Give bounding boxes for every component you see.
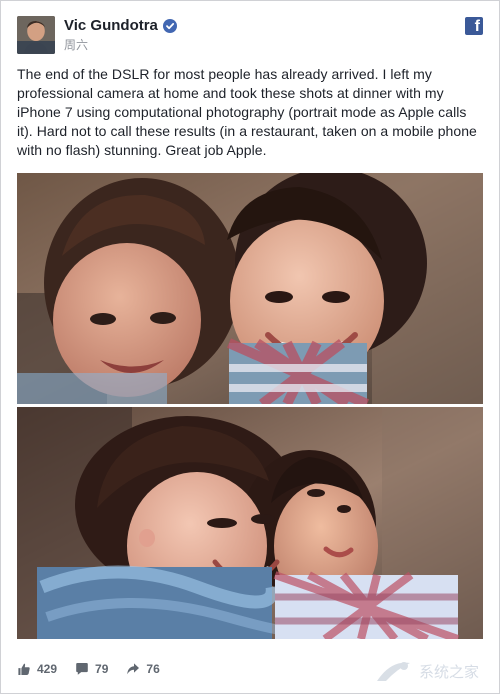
likes-stat[interactable]: 429	[17, 659, 57, 679]
comments-stat[interactable]: 79	[75, 659, 108, 679]
avatar[interactable]	[17, 16, 55, 54]
author-name[interactable]: Vic Gundotra	[64, 17, 158, 35]
post-timestamp[interactable]: 周六	[64, 37, 177, 53]
likes-count: 429	[37, 662, 58, 676]
user-meta: Vic Gundotra 周六	[64, 17, 177, 53]
comment-icon	[75, 662, 89, 676]
share-icon	[126, 662, 140, 676]
comments-count: 79	[95, 662, 109, 676]
shares-count: 76	[146, 662, 160, 676]
post-engagement-bar: 429 79 76	[17, 657, 483, 681]
thumbs-up-icon	[17, 662, 31, 676]
shares-stat[interactable]: 76	[126, 659, 160, 679]
facebook-icon[interactable]: f	[465, 17, 483, 35]
post-header: Vic Gundotra 周六 f	[17, 13, 483, 57]
photo-children-laughing[interactable]	[17, 407, 483, 639]
post-body-text: The end of the DSLR for most people has …	[17, 66, 477, 158]
facebook-post-card: Vic Gundotra 周六 f The end of the DSLR fo…	[0, 0, 500, 694]
photo-children-smiling[interactable]	[17, 173, 483, 404]
author-row: Vic Gundotra	[64, 17, 177, 35]
verified-badge-icon	[162, 19, 177, 33]
